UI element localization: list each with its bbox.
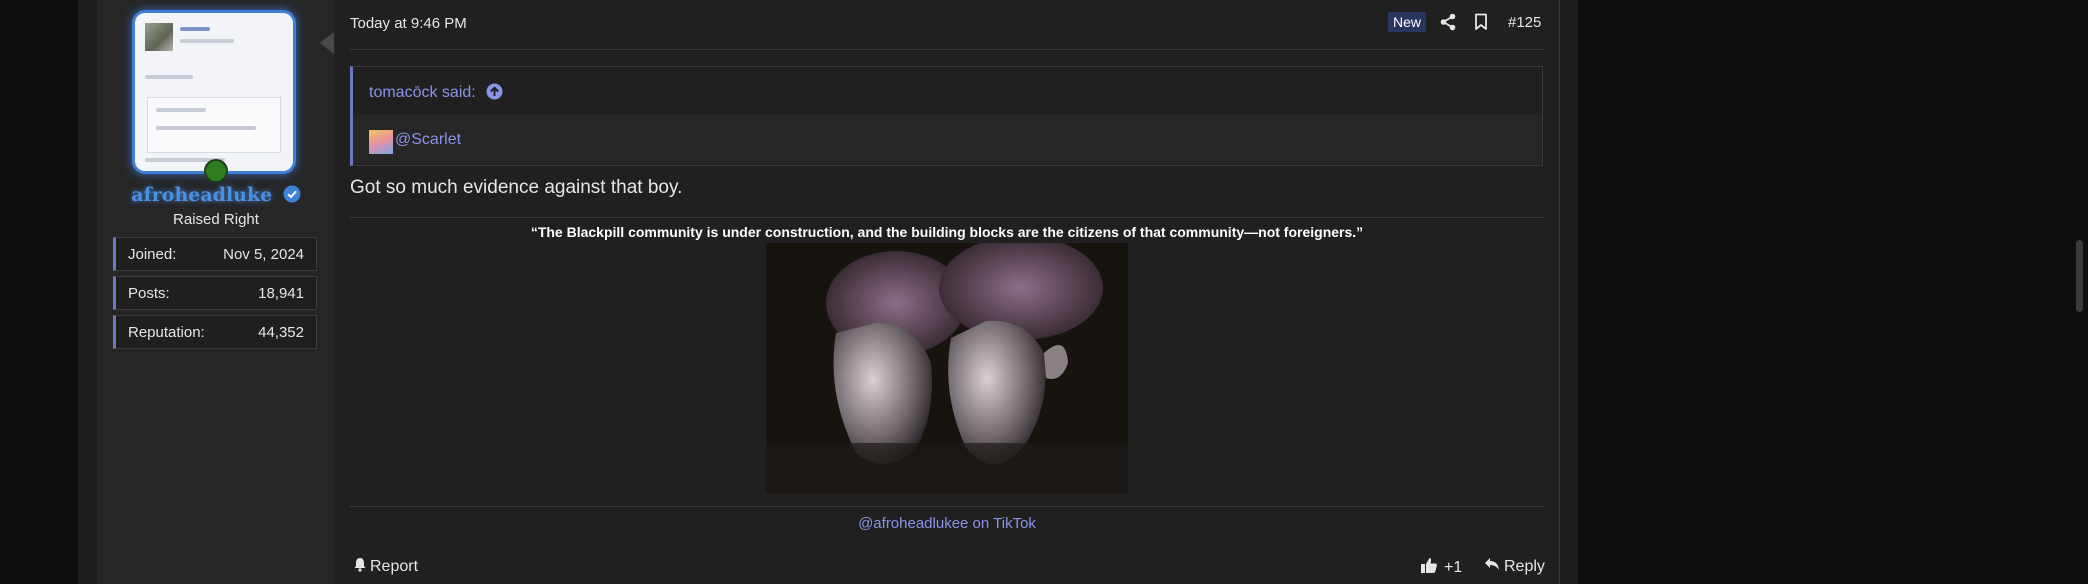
- like-button[interactable]: +1: [1420, 557, 1462, 579]
- signature-image: [766, 243, 1128, 493]
- quote-author-link[interactable]: tomacōck said:: [369, 83, 503, 105]
- quote-header: tomacōck said:: [353, 67, 1542, 115]
- page-background-left: [0, 0, 78, 584]
- signature-link-divider: [350, 506, 1544, 507]
- avatar-inner-line: [145, 75, 193, 79]
- quote-author-label: tomacōck said:: [369, 84, 476, 101]
- user-avatar[interactable]: [135, 13, 293, 171]
- stat-value: 44,352: [258, 323, 304, 341]
- avatar-inner-line: [180, 39, 234, 43]
- avatar-inner-line: [156, 108, 206, 112]
- stat-value: Nov 5, 2024: [223, 245, 304, 263]
- user-title: Raised Right: [173, 211, 259, 228]
- reply-arrow-icon: [1484, 557, 1500, 576]
- share-icon[interactable]: [1440, 13, 1456, 36]
- message-arrow-pointer: [320, 32, 334, 54]
- post-number-link[interactable]: #125: [1508, 14, 1541, 31]
- stat-label: Joined:: [128, 245, 177, 263]
- user-stat-reputation: Reputation: 44,352: [113, 315, 317, 349]
- report-label: Report: [370, 558, 419, 575]
- avatar-inner-quote: [147, 97, 281, 153]
- username-link[interactable]: afroheadluke: [131, 184, 272, 206]
- mention-avatar: [369, 130, 393, 154]
- arrow-up-circle-icon[interactable]: [486, 83, 503, 105]
- reply-button[interactable]: Reply: [1484, 557, 1545, 576]
- username-row: afroheadluke: [97, 184, 335, 208]
- tiktok-link: @afroheadlukee on TikTok: [350, 515, 1544, 532]
- quote-block: tomacōck said: @Scarlet: [350, 66, 1543, 166]
- like-count: +1: [1444, 559, 1463, 576]
- report-button[interactable]: Report: [353, 557, 418, 577]
- tiktok-link-text[interactable]: @afroheadlukee on TikTok: [858, 515, 1036, 532]
- bookmark-icon[interactable]: [1474, 13, 1488, 36]
- post-message-text: Got so much evidence against that boy.: [350, 177, 683, 198]
- page-scrollbar-thumb[interactable]: [2076, 240, 2083, 312]
- user-stat-joined: Joined: Nov 5, 2024: [113, 237, 317, 271]
- avatar-inner-line: [156, 126, 256, 130]
- thumbs-up-icon: [1420, 557, 1438, 579]
- post-header-divider: [350, 49, 1544, 50]
- avatar-inner-line: [180, 27, 210, 31]
- verified-badge-icon: [283, 185, 301, 208]
- quote-body: @Scarlet: [353, 115, 1542, 165]
- signature-quote: “The Blackpill community is under constr…: [530, 224, 1364, 240]
- post-timestamp[interactable]: Today at 9:46 PM: [350, 15, 467, 32]
- signature-divider: [350, 217, 1544, 218]
- user-stat-posts: Posts: 18,941: [113, 276, 317, 310]
- stat-label: Posts:: [128, 284, 170, 302]
- avatar-inner-thumbnail: [145, 23, 173, 51]
- online-status-indicator: [204, 159, 228, 183]
- mention-link[interactable]: @Scarlet: [395, 131, 461, 149]
- bell-icon: [353, 557, 367, 577]
- stat-value: 18,941: [258, 284, 304, 302]
- page-background-right: [1578, 0, 2088, 584]
- stat-label: Reputation:: [128, 323, 205, 341]
- reply-label: Reply: [1504, 557, 1545, 575]
- new-badge: New: [1388, 12, 1427, 32]
